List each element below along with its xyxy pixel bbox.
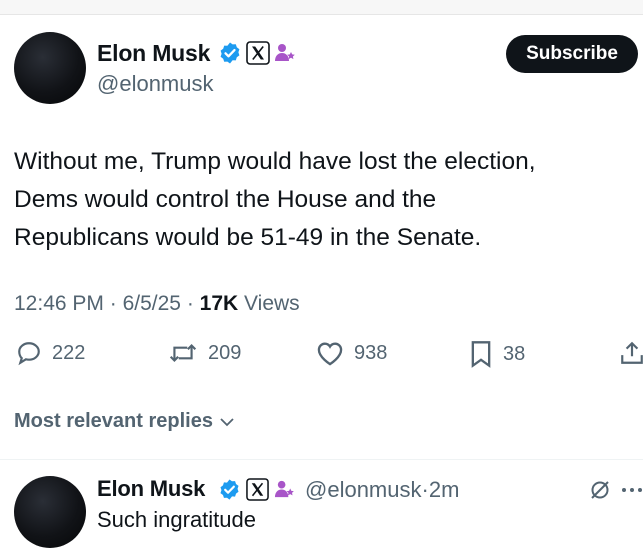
repost-button[interactable]: 209: [168, 340, 241, 366]
reply-avatar[interactable]: [14, 476, 86, 548]
reply-count: 222: [52, 341, 86, 364]
verified-badge-icon[interactable]: [218, 41, 242, 65]
like-count: 938: [354, 341, 388, 364]
repost-icon: [169, 343, 197, 363]
views-count[interactable]: 17K: [200, 292, 239, 315]
chevron-down-icon: [220, 417, 234, 426]
tweet-text-line: Without me, Trump would have lost the el…: [14, 148, 536, 175]
reply-author-handle[interactable]: @elonmusk: [305, 477, 422, 502]
reply-icon: [18, 342, 40, 366]
like-button[interactable]: 938: [316, 340, 387, 366]
bookmark-button[interactable]: 38: [469, 340, 525, 368]
subscribe-button[interactable]: Subscribe: [506, 35, 638, 73]
grok-icon[interactable]: [588, 478, 612, 502]
x-affiliate-logo-icon[interactable]: [246, 41, 270, 65]
x-affiliate-logo-icon[interactable]: [246, 478, 269, 501]
tweet-text-line: Republicans would be 51-49 in the Senate…: [14, 224, 482, 251]
tweet-text-line: Dems would control the House and the: [14, 186, 437, 213]
tweet-time[interactable]: 12:46 PM: [14, 292, 104, 315]
repost-count: 209: [208, 341, 242, 364]
reply-time[interactable]: 2m: [429, 477, 460, 502]
share-icon: [621, 341, 643, 364]
views-label: Views: [244, 292, 300, 315]
replies-sort-label: Most relevant replies: [14, 410, 213, 432]
replies-sort-dropdown[interactable]: Most relevant replies: [14, 410, 235, 433]
tweet-text: Without me, Trump would have lost the el…: [14, 143, 624, 257]
reply-text: Such ingratitude: [97, 507, 256, 532]
meta-separator: ·: [109, 292, 117, 315]
top-edge: [0, 0, 643, 15]
divider: [0, 459, 643, 460]
bookmark-count: 38: [503, 342, 526, 365]
verified-badge-icon[interactable]: [218, 478, 241, 501]
heart-icon: [317, 342, 343, 366]
tweet-date[interactable]: 6/5/25: [123, 292, 181, 315]
meta-separator: ·: [421, 477, 429, 502]
share-button[interactable]: [620, 340, 643, 366]
author-handle[interactable]: @elonmusk: [97, 71, 214, 97]
meta-separator: ·: [186, 292, 194, 315]
official-person-icon[interactable]: [274, 42, 296, 64]
official-person-icon[interactable]: [274, 479, 295, 500]
reply-meta: @elonmusk·2m: [305, 477, 459, 503]
bookmark-icon: [471, 341, 491, 368]
avatar[interactable]: [14, 32, 86, 104]
tweet-meta: 12:46 PM · 6/5/25 · 17K Views: [14, 292, 300, 316]
author-name[interactable]: Elon Musk: [97, 40, 210, 67]
reply-author-name[interactable]: Elon Musk: [97, 476, 205, 502]
reply-button[interactable]: 222: [16, 340, 85, 366]
more-options-icon[interactable]: [621, 486, 643, 494]
